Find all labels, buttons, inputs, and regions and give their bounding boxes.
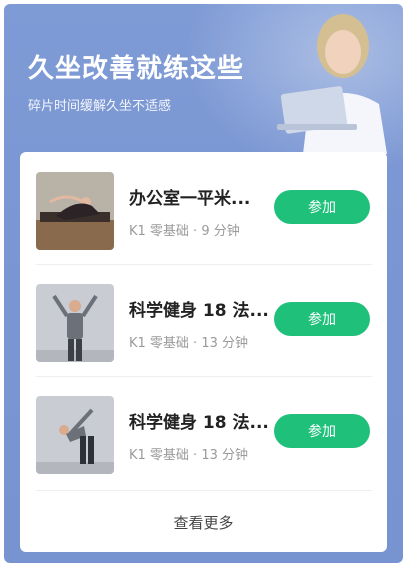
course-title: 科学健身 18 法... [129,413,269,433]
hero-woman-laptop-image [277,14,387,154]
divider [36,490,372,491]
section-subtitle: 碎片时间缓解久坐不适感 [28,99,172,114]
course-meta: K1 零基础 · 9 分钟 [129,224,240,239]
course-thumbnail-arms-raised [36,284,114,362]
course-meta: K1 零基础 · 13 分钟 [129,448,248,463]
list-item[interactable]: 办公室一平米... K1 零基础 · 9 分钟 参加 [36,152,372,264]
list-item[interactable]: 科学健身 18 法... K1 零基础 · 13 分钟 参加 [36,376,372,488]
join-button[interactable]: 参加 [274,302,370,336]
list-item[interactable]: 科学健身 18 法... K1 零基础 · 13 分钟 参加 [36,264,372,376]
view-more-link[interactable]: 查看更多 [20,508,387,538]
course-title: 科学健身 18 法... [129,301,269,321]
course-title: 办公室一平米... [129,189,251,209]
course-thumbnail-stretching [36,172,114,250]
course-meta: K1 零基础 · 13 分钟 [129,336,248,351]
course-thumbnail-forward-bend [36,396,114,474]
section-title: 久坐改善就练这些 [28,54,245,84]
join-button[interactable]: 参加 [274,190,370,224]
promo-panel: 久坐改善就练这些 碎片时间缓解久坐不适感 办公室一平米... K1 零基础 · … [4,4,403,563]
join-button[interactable]: 参加 [274,414,370,448]
course-list-card: 办公室一平米... K1 零基础 · 9 分钟 参加 科学健身 18 法... [20,152,387,552]
